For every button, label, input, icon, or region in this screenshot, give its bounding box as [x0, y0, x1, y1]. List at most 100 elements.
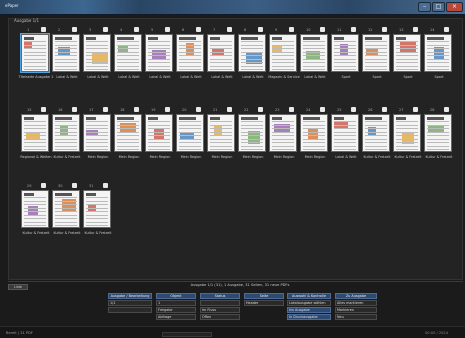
page-status-icon[interactable]	[41, 107, 46, 112]
page-preview-image	[207, 114, 235, 152]
window-titlebar: ePaper – □ ×	[0, 0, 465, 15]
property-field[interactable]	[108, 307, 152, 313]
property-field[interactable]: Abfrage	[156, 314, 196, 320]
column-header[interactable]: Zu Ausgabe	[335, 293, 377, 299]
page-preview-image	[424, 114, 452, 152]
property-field[interactable]: Offen	[200, 314, 240, 320]
page-section-label: Sport	[434, 75, 444, 79]
page-preview-image	[21, 114, 49, 152]
page-number: 10	[306, 28, 311, 32]
page-status-icon[interactable]	[41, 183, 46, 188]
property-field[interactable]: Header	[244, 300, 284, 306]
page-status-icon[interactable]	[103, 107, 108, 112]
edition-summary: Ausgabe 1/1 (31), 1 Ausgabe, 31 Seiten, …	[190, 283, 290, 287]
page-status-icon[interactable]	[289, 27, 294, 32]
page-preview-image	[331, 114, 359, 152]
property-field[interactable]: Im Fluss	[200, 307, 240, 313]
page-status-icon[interactable]	[72, 27, 77, 32]
page-preview-image	[238, 34, 266, 72]
page-status-icon[interactable]	[227, 107, 232, 112]
column-header[interactable]: Ausgabe / Bearbeitung	[108, 293, 152, 299]
page-preview-image	[83, 190, 111, 228]
page-status-icon[interactable]	[134, 27, 139, 32]
page-status-icon[interactable]	[320, 107, 325, 112]
page-number: 15	[27, 108, 32, 112]
property-field[interactable]: Neu	[335, 314, 377, 320]
panel-title: Ausgabe 1/1	[14, 18, 40, 23]
list-view-button[interactable]: Liste	[8, 284, 28, 290]
property-field[interactable]: Markieren	[335, 307, 377, 313]
property-field[interactable]: In Druckausgabe	[287, 314, 331, 320]
page-status-icon[interactable]	[382, 27, 387, 32]
property-field[interactable]: Lokalausgabe wählen	[287, 300, 331, 306]
page-status-icon[interactable]	[413, 27, 418, 32]
property-field[interactable]: 1	[156, 300, 196, 306]
page-number: 9	[275, 28, 278, 32]
page-number: 30	[58, 184, 63, 188]
page-status-icon[interactable]	[382, 107, 387, 112]
page-preview-image	[269, 34, 297, 72]
page-preview-image	[52, 114, 80, 152]
minimize-button[interactable]: –	[418, 2, 431, 12]
page-status-icon[interactable]	[444, 107, 449, 112]
page-number: 29	[27, 184, 32, 188]
property-field[interactable]: Alles markieren	[335, 300, 377, 306]
page-status-icon[interactable]	[41, 27, 46, 32]
page-preview-image	[331, 34, 359, 72]
page-number: 23	[275, 108, 280, 112]
page-preview-image	[393, 34, 421, 72]
page-number: 14	[430, 28, 435, 32]
page-number: 20	[182, 108, 187, 112]
column-header[interactable]: Objekt	[156, 293, 196, 299]
page-status-icon[interactable]	[258, 107, 263, 112]
property-field[interactable]: 1/1	[108, 300, 152, 306]
page-status-icon[interactable]	[444, 27, 449, 32]
page-preview-image	[362, 114, 390, 152]
page-number: 13	[399, 28, 404, 32]
page-preview-image	[269, 114, 297, 152]
page-status-icon[interactable]	[196, 27, 201, 32]
page-preview-image	[362, 34, 390, 72]
page-status-icon[interactable]	[227, 27, 232, 32]
page-status-icon[interactable]	[103, 183, 108, 188]
page-status-icon[interactable]	[72, 107, 77, 112]
property-field[interactable]: Freigabe	[156, 307, 196, 313]
page-number: 22	[244, 108, 249, 112]
page-status-icon[interactable]	[351, 107, 356, 112]
page-status-icon[interactable]	[320, 27, 325, 32]
page-number: 28	[430, 108, 435, 112]
page-status-icon[interactable]	[351, 27, 356, 32]
page-status-icon[interactable]	[165, 107, 170, 112]
page-status-icon[interactable]	[103, 27, 108, 32]
page-preview-image	[114, 34, 142, 72]
page-number: 12	[368, 28, 373, 32]
close-button[interactable]: ×	[446, 2, 463, 12]
page-number: 3	[89, 28, 92, 32]
column-header[interactable]: Auswahl & Kontrolle	[287, 293, 331, 299]
page-status-icon[interactable]	[72, 183, 77, 188]
maximize-button[interactable]: □	[432, 2, 445, 12]
page-preview-image	[238, 114, 266, 152]
page-number: 24	[306, 108, 311, 112]
page-number: 6	[182, 28, 185, 32]
page-status-icon[interactable]	[289, 107, 294, 112]
column-header[interactable]: Seite	[244, 293, 284, 299]
page-number: 16	[58, 108, 63, 112]
page-number: 5	[151, 28, 154, 32]
page-status-icon[interactable]	[196, 107, 201, 112]
column-header[interactable]: Status	[200, 293, 240, 299]
page-number: 4	[120, 28, 123, 32]
property-field[interactable]: Ins Ausgabe	[287, 307, 331, 313]
property-field[interactable]	[200, 300, 240, 306]
page-status-icon[interactable]	[134, 107, 139, 112]
page-preview-image	[300, 34, 328, 72]
page-status-icon[interactable]	[165, 27, 170, 32]
page-preview-image	[176, 34, 204, 72]
page-preview-image	[83, 114, 111, 152]
page-status-icon[interactable]	[258, 27, 263, 32]
page-number: 2	[58, 28, 61, 32]
page-preview-image	[176, 114, 204, 152]
page-number: 19	[151, 108, 156, 112]
page-preview-image	[393, 114, 421, 152]
page-status-icon[interactable]	[413, 107, 418, 112]
